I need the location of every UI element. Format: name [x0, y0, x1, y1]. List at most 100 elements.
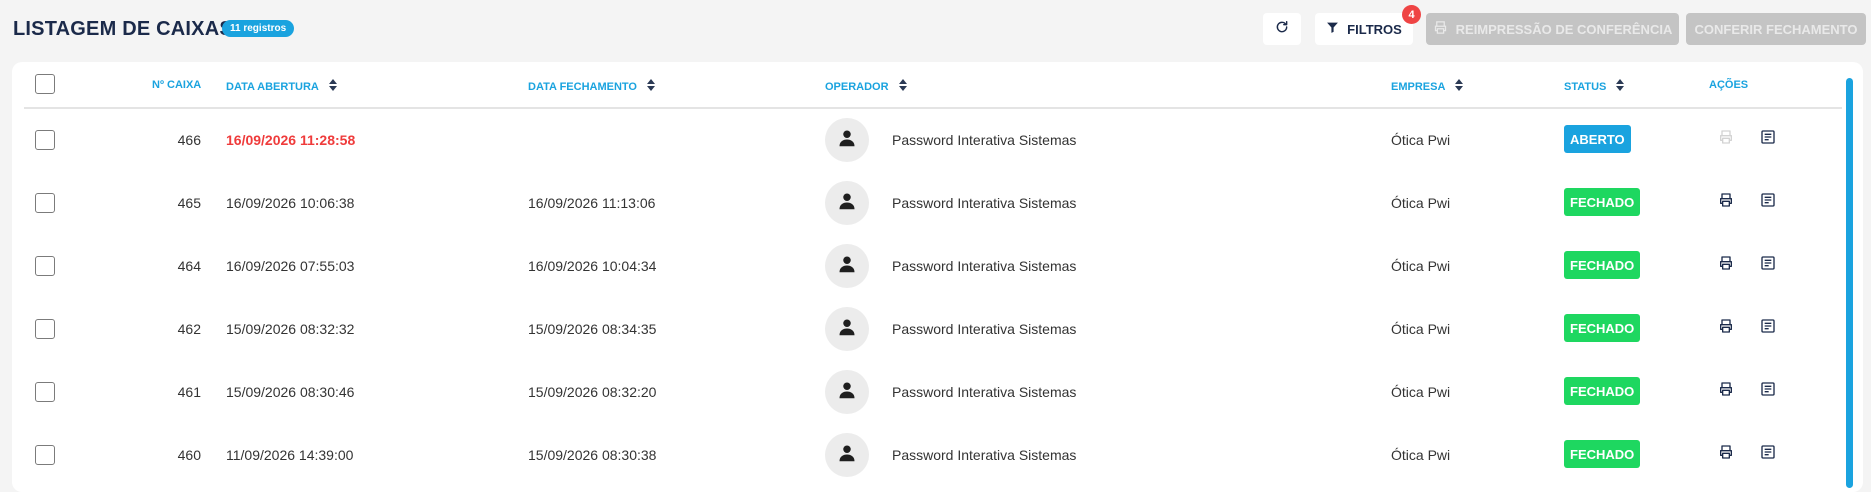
data-abertura: 16/09/2026 11:28:58: [226, 132, 356, 148]
record-count-badge: 11 registros: [222, 20, 295, 37]
empresa-name: Ótica Pwi: [1391, 258, 1451, 274]
column-label: AÇÕES: [1709, 79, 1749, 91]
status-badge: FECHADO: [1564, 377, 1641, 405]
empresa-name: Ótica Pwi: [1391, 384, 1451, 400]
column-label: EMPRESA: [1391, 80, 1446, 93]
status-badge: FECHADO: [1564, 314, 1641, 342]
caixa-number: 461: [177, 384, 201, 400]
print-button[interactable]: [1716, 192, 1736, 212]
column-label: STATUS: [1564, 80, 1607, 93]
print-button[interactable]: [1716, 381, 1736, 401]
printer-icon: [1718, 255, 1734, 276]
avatar: [825, 118, 869, 162]
conferir-fechamento-button[interactable]: CONFERIR FECHAMENTO: [1686, 13, 1866, 45]
avatar: [825, 370, 869, 414]
user-icon: [838, 255, 856, 278]
caixa-number: 466: [177, 132, 201, 148]
data-abertura: 11/09/2026 14:39:00: [226, 447, 354, 463]
column-label: DATA ABERTURA: [226, 80, 319, 93]
sort-icon[interactable]: [328, 79, 337, 94]
filters-label: FILTROS: [1347, 21, 1402, 37]
print-button: [1716, 129, 1736, 149]
table-row[interactable]: 461 15/09/2026 08:30:46 15/09/2026 08:32:2…: [0, 361, 1871, 424]
status-badge: FECHADO: [1564, 440, 1641, 468]
data-fechamento: 15/09/2026 08:30:38: [528, 447, 657, 463]
table-row[interactable]: 465 16/09/2026 10:06:38 16/09/2026 11:13:0…: [0, 172, 1871, 235]
sort-icon[interactable]: [646, 79, 655, 94]
details-button[interactable]: [1758, 381, 1778, 401]
sort-icon[interactable]: [898, 79, 907, 94]
refresh-button[interactable]: [1263, 13, 1301, 45]
sort-icon[interactable]: [1616, 79, 1625, 94]
sort-icon[interactable]: [1455, 79, 1464, 94]
column-header-fechamento[interactable]: DATA FECHAMENTO: [528, 79, 655, 94]
details-button[interactable]: [1758, 255, 1778, 275]
table-row[interactable]: 464 16/09/2026 07:55:03 16/09/2026 10:04:3…: [0, 235, 1871, 298]
table-row[interactable]: 460 11/09/2026 14:39:00 15/09/2026 08:30:3…: [0, 424, 1871, 487]
operador-name: Password Interativa Sistemas: [892, 384, 1077, 400]
avatar: [825, 307, 869, 351]
row-checkbox[interactable]: [35, 382, 55, 402]
details-button[interactable]: [1758, 192, 1778, 212]
avatar: [825, 433, 869, 477]
data-abertura: 16/09/2026 07:55:03: [226, 258, 355, 274]
column-header-empresa[interactable]: EMPRESA: [1391, 79, 1464, 94]
conferir-label: CONFERIR FECHAMENTO: [1694, 21, 1858, 37]
row-checkbox[interactable]: [35, 319, 55, 339]
filters-button[interactable]: FILTROS: [1315, 13, 1413, 45]
operador-name: Password Interativa Sistemas: [892, 321, 1077, 337]
document-icon: [1760, 129, 1776, 150]
empresa-name: Ótica Pwi: [1391, 447, 1451, 463]
data-fechamento: 15/09/2026 08:34:35: [528, 321, 657, 337]
operador-name: Password Interativa Sistemas: [892, 195, 1077, 211]
data-fechamento: 16/09/2026 10:04:34: [528, 258, 657, 274]
printer-icon: [1718, 192, 1734, 213]
page-title: LISTAGEM DE CAIXAS: [13, 18, 233, 40]
print-button[interactable]: [1716, 444, 1736, 464]
data-abertura: 15/09/2026 08:30:46: [226, 384, 355, 400]
details-button[interactable]: [1758, 318, 1778, 338]
user-icon: [838, 192, 856, 215]
column-header-caixa[interactable]: Nº CAIXA: [152, 79, 201, 91]
row-checkbox[interactable]: [35, 445, 55, 465]
empresa-name: Ótica Pwi: [1391, 321, 1451, 337]
avatar: [825, 244, 869, 288]
column-header-operador[interactable]: OPERADOR: [825, 79, 907, 94]
empresa-name: Ótica Pwi: [1391, 132, 1451, 148]
reprint-label: REIMPRESSÃO DE CONFERÊNCIA: [1455, 21, 1673, 37]
print-button[interactable]: [1716, 255, 1736, 275]
status-badge: FECHADO: [1564, 188, 1641, 216]
caixa-number: 462: [177, 321, 201, 337]
user-icon: [838, 444, 856, 467]
user-icon: [838, 318, 856, 341]
row-checkbox[interactable]: [35, 130, 55, 150]
refresh-icon: [1275, 20, 1289, 39]
page-header: LISTAGEM DE CAIXAS 11 registros FILTROS …: [0, 0, 1871, 60]
print-button[interactable]: [1716, 318, 1736, 338]
details-button[interactable]: [1758, 129, 1778, 149]
filters-count-badge: 4: [1402, 5, 1421, 24]
printer-icon: [1718, 444, 1734, 465]
table-row[interactable]: 466 16/09/2026 11:28:58 Password Interativ…: [0, 109, 1871, 172]
column-label: OPERADOR: [825, 80, 889, 93]
document-icon: [1760, 318, 1776, 339]
row-checkbox[interactable]: [35, 193, 55, 213]
document-icon: [1760, 444, 1776, 465]
data-abertura: 16/09/2026 10:06:38: [226, 195, 355, 211]
column-label: DATA FECHAMENTO: [528, 80, 637, 93]
select-all-checkbox[interactable]: [35, 74, 55, 94]
status-badge: FECHADO: [1564, 251, 1641, 279]
printer-icon: [1718, 381, 1734, 402]
operador-name: Password Interativa Sistemas: [892, 132, 1077, 148]
row-checkbox[interactable]: [35, 256, 55, 276]
column-header-status[interactable]: STATUS: [1564, 79, 1625, 94]
user-icon: [838, 381, 856, 404]
printer-icon: [1718, 129, 1734, 150]
table-row[interactable]: 462 15/09/2026 08:32:32 15/09/2026 08:34:3…: [0, 298, 1871, 361]
details-button[interactable]: [1758, 444, 1778, 464]
data-fechamento: 15/09/2026 08:32:20: [528, 384, 657, 400]
reprint-conference-button[interactable]: REIMPRESSÃO DE CONFERÊNCIA: [1426, 13, 1679, 45]
document-icon: [1760, 255, 1776, 276]
column-header-abertura[interactable]: DATA ABERTURA: [226, 79, 337, 94]
operador-name: Password Interativa Sistemas: [892, 258, 1077, 274]
